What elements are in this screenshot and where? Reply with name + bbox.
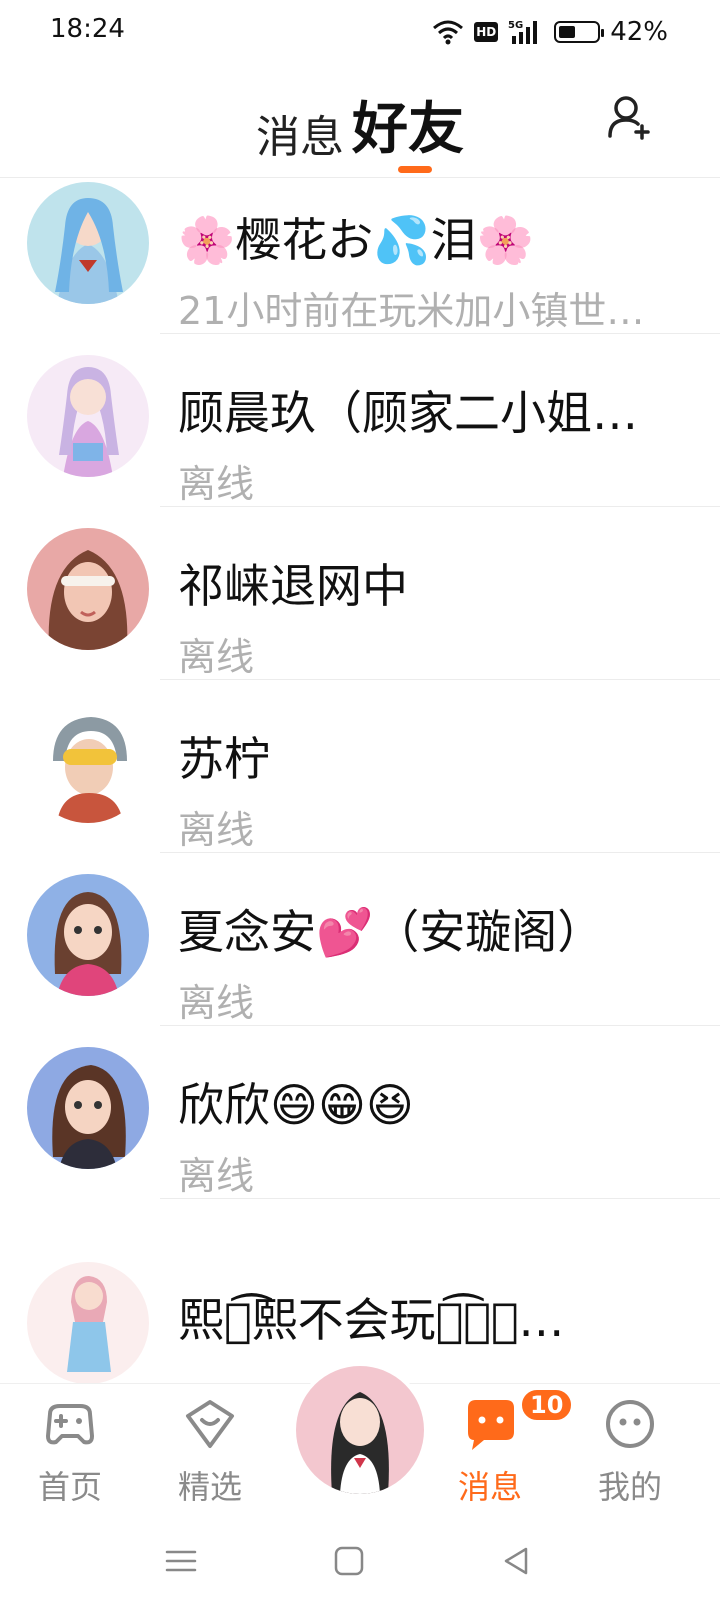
hd-icon: HD xyxy=(474,22,499,42)
friend-name: 顾晨玖（顾家二小姐… xyxy=(178,386,638,440)
friend-row[interactable]: 苏柠 离线 xyxy=(0,697,720,875)
smiley-face-icon xyxy=(606,1400,654,1448)
friend-name: 欣欣😄😁😆 xyxy=(178,1078,414,1132)
add-person-icon[interactable] xyxy=(606,92,656,142)
friend-name: 🌸樱花お💦泪🌸 xyxy=(178,213,534,267)
tab-messages[interactable]: 消息 xyxy=(254,101,346,165)
avatar[interactable] xyxy=(27,1262,149,1383)
divider xyxy=(160,1025,720,1026)
nav-home[interactable]: 首页 xyxy=(10,1394,130,1508)
center-avatar-button[interactable] xyxy=(296,1366,424,1494)
friend-list[interactable]: 🌸樱花お💦泪🌸 21小时前在玩米加小镇世… 顾晨玖（顾家二小姐… 离线 祁崃退网… xyxy=(0,178,720,1383)
svg-text:5G: 5G xyxy=(508,20,523,31)
friend-status: 离线 xyxy=(178,981,255,1025)
back-triangle-icon[interactable] xyxy=(500,1544,534,1578)
friend-status: 离线 xyxy=(178,462,255,506)
friend-row[interactable]: 顾晨玖（顾家二小姐… 离线 xyxy=(0,351,720,529)
battery-percent: 42% xyxy=(610,17,668,47)
nav-featured[interactable]: 精选 xyxy=(150,1394,270,1508)
status-time: 18:24 xyxy=(50,14,125,44)
friend-row[interactable]: 祁崃退网中 离线 xyxy=(0,524,720,702)
header: 消息 好友 xyxy=(0,66,720,178)
friend-name: 苏柠 xyxy=(178,732,270,786)
system-nav-bar xyxy=(0,1508,720,1612)
friend-status: 离线 xyxy=(178,635,255,679)
avatar[interactable] xyxy=(27,355,149,477)
signal-icon: 5G xyxy=(508,20,538,44)
nav-label: 我的 xyxy=(597,1468,662,1506)
divider xyxy=(160,506,720,507)
friend-status: 离线 xyxy=(178,1154,255,1198)
friend-row[interactable]: 夏念安💕（安璇阁） 离线 xyxy=(0,870,720,1048)
divider xyxy=(160,852,720,853)
avatar[interactable] xyxy=(27,1047,149,1169)
friend-name: 夏念安💕（安璇阁） xyxy=(178,905,604,959)
status-icons: HD 5G 42% xyxy=(432,14,668,50)
unread-badge: 10 xyxy=(520,1388,574,1422)
divider xyxy=(160,1198,720,1199)
active-tab-indicator xyxy=(398,166,432,173)
friend-status: 21小时前在玩米加小镇世… xyxy=(178,289,645,333)
avatar[interactable] xyxy=(27,182,149,304)
friend-row[interactable]: 🌸樱花お💦泪🌸 21小时前在玩米加小镇世… xyxy=(0,178,720,356)
menu-icon[interactable] xyxy=(164,1544,198,1578)
status-bar: 18:24 HD 5G 42% xyxy=(0,0,720,66)
heart-shield-icon xyxy=(186,1400,234,1448)
friend-status: 离线 xyxy=(178,808,255,852)
gamepad-icon xyxy=(46,1404,94,1445)
home-square-icon[interactable] xyxy=(332,1544,366,1578)
chat-bubble-icon xyxy=(468,1400,514,1450)
friend-row[interactable]: 欣欣😄😁😆 离线 xyxy=(0,1043,720,1221)
friend-name: 熙ꦿ͡熙不会玩ꦿ͡𝓜ꦼ… xyxy=(178,1293,565,1347)
battery-icon xyxy=(554,21,605,43)
nav-profile[interactable]: 我的 xyxy=(570,1394,690,1508)
nav-label: 消息 xyxy=(457,1468,522,1506)
divider xyxy=(160,333,720,334)
avatar[interactable] xyxy=(27,528,149,650)
nav-label: 精选 xyxy=(177,1468,242,1506)
tab-friends[interactable]: 好友 xyxy=(350,84,466,165)
avatar[interactable] xyxy=(27,701,149,823)
nav-label: 首页 xyxy=(37,1468,102,1506)
avatar[interactable] xyxy=(27,874,149,996)
wifi-icon xyxy=(433,20,464,45)
friend-name: 祁崃退网中 xyxy=(178,559,408,613)
divider xyxy=(160,679,720,680)
friend-row[interactable]: 熙ꦿ͡熙不会玩ꦿ͡𝓜ꦼ… xyxy=(0,1258,720,1383)
